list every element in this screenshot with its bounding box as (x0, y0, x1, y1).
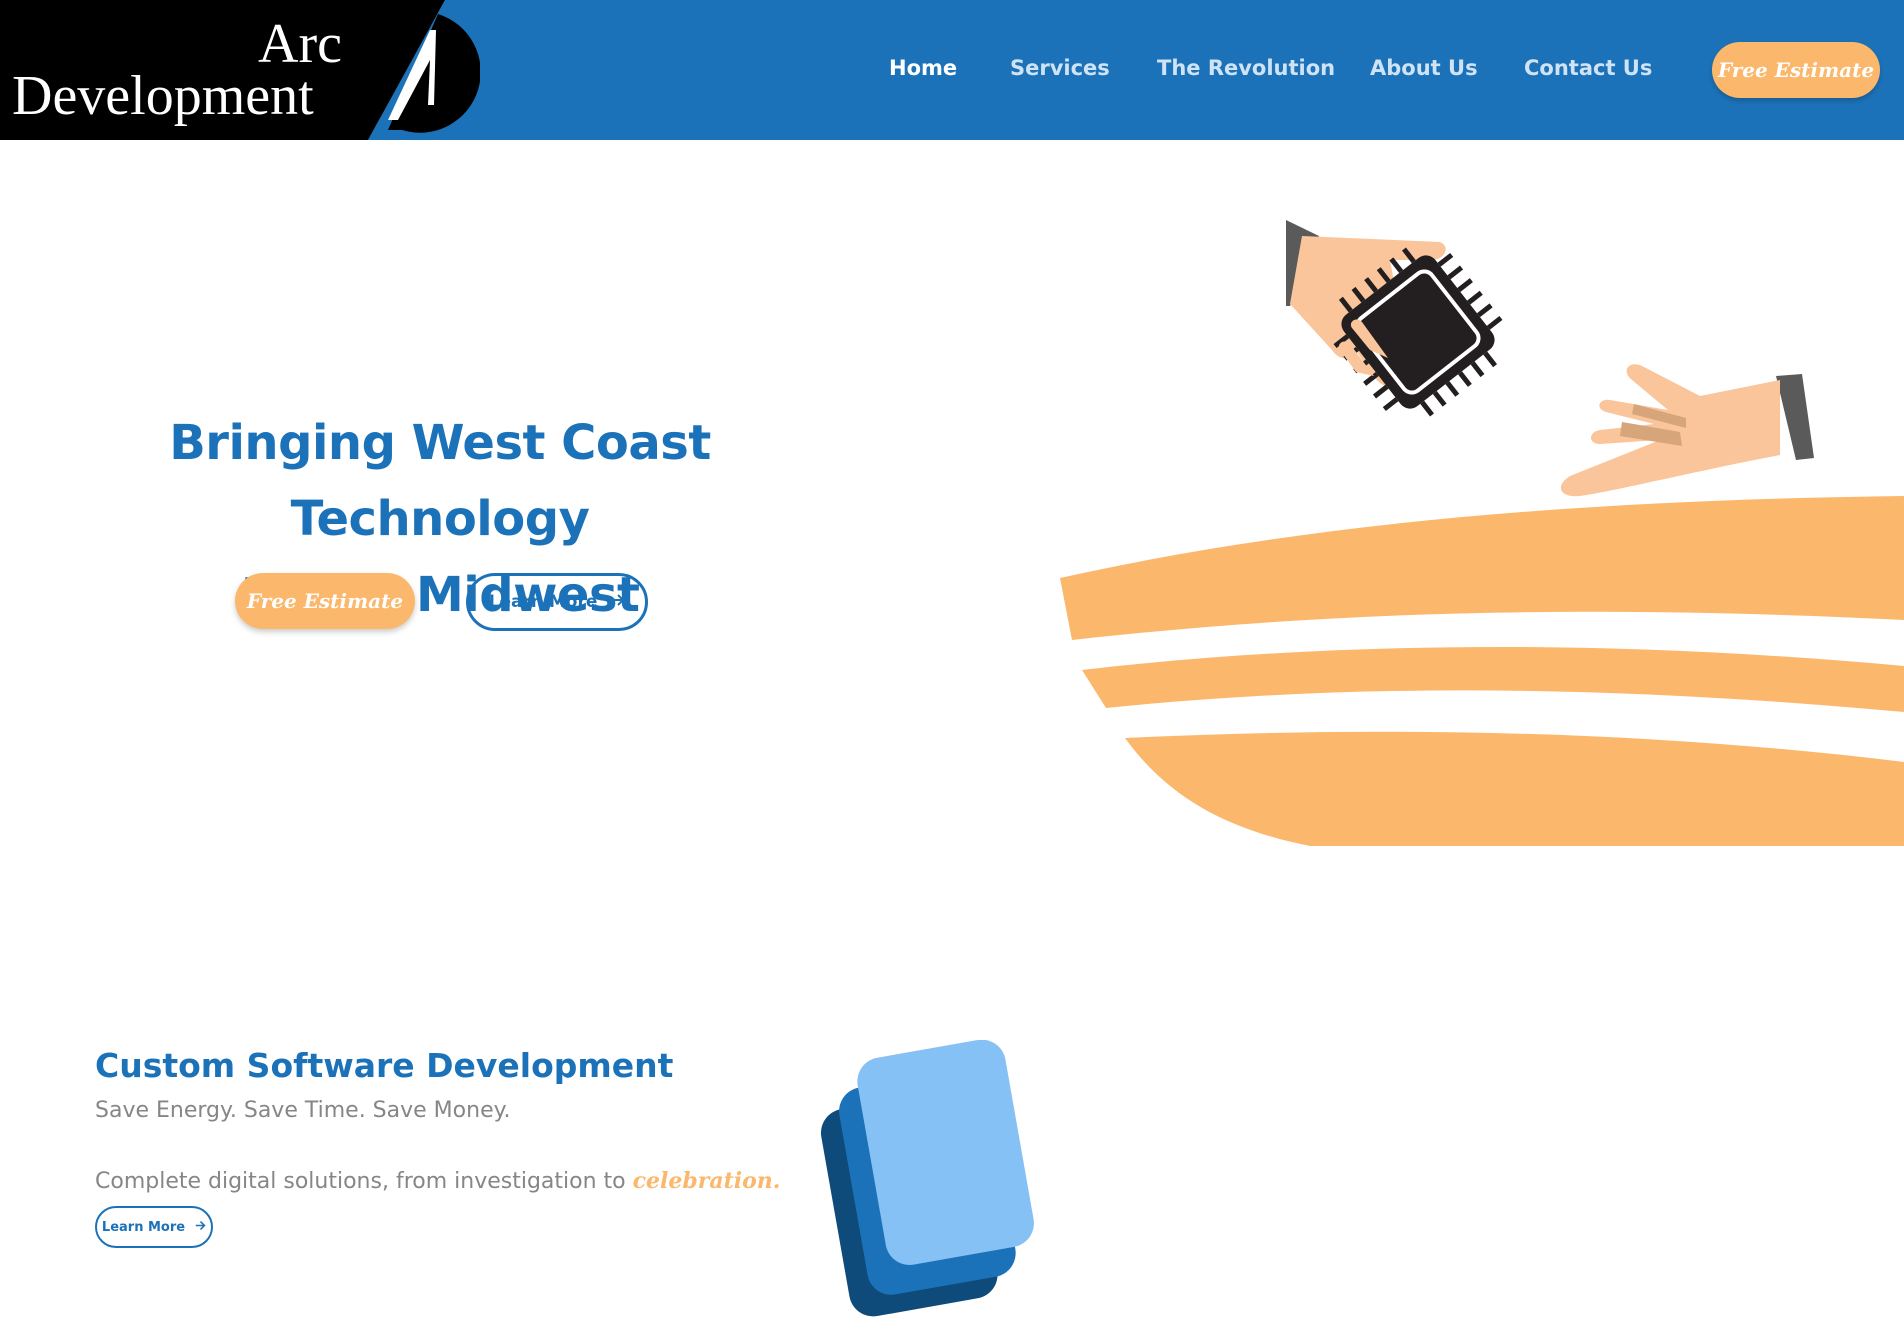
hero-title-line-1: Bringing West Coast Technology (169, 415, 711, 547)
hero-title: Bringing West Coast Technology to the Mi… (40, 405, 840, 633)
service-description: Complete digital solutions, from investi… (95, 1168, 780, 1194)
swoosh-stripe-3 (1125, 731, 1904, 846)
arrow-right-icon (611, 592, 625, 612)
tab-contact-us[interactable]: Contact Us (1524, 56, 1652, 80)
hero-learn-more-label: Learn More (488, 592, 598, 612)
service-subtitle: Save Energy. Save Time. Save Money. (95, 1098, 511, 1123)
hero-title-line-2: to the Midwest (240, 567, 640, 623)
free-estimate-button[interactable]: Free Estimate (1712, 42, 1880, 98)
service-accent-word: celebration. (632, 1168, 781, 1194)
service-learn-more-label: Learn More (101, 1219, 186, 1235)
right-cuff (1776, 374, 1814, 460)
hero-free-estimate-button[interactable]: Free Estimate (235, 573, 415, 629)
site-logo[interactable]: Arc Development (0, 0, 480, 140)
site-header: Arc Development Home Services The Revolu… (0, 0, 1904, 140)
tab-services[interactable]: Services (1010, 56, 1110, 80)
tab-about-us[interactable]: About Us (1370, 56, 1478, 80)
tab-the-revolution[interactable]: The Revolution (1157, 56, 1335, 80)
swoosh-stripe-1 (1060, 496, 1904, 640)
stacked-cards-icon (820, 1040, 1034, 1317)
service-learn-more-button[interactable]: Learn More (95, 1206, 213, 1248)
logo-word-arc: Arc (258, 13, 342, 75)
hero-learn-more-button[interactable]: Learn More (466, 573, 648, 631)
hands-exchanging-microchip-illustration (1060, 220, 1904, 846)
swoosh-stripe-2 (1082, 646, 1904, 712)
logo-word-development: Development (12, 65, 314, 127)
service-title: Custom Software Development (95, 1046, 674, 1085)
arrow-right-icon (195, 1220, 206, 1235)
tab-home[interactable]: Home (889, 56, 957, 80)
service-description-text: Complete digital solutions, from investi… (95, 1169, 626, 1194)
right-hand (1560, 364, 1780, 497)
